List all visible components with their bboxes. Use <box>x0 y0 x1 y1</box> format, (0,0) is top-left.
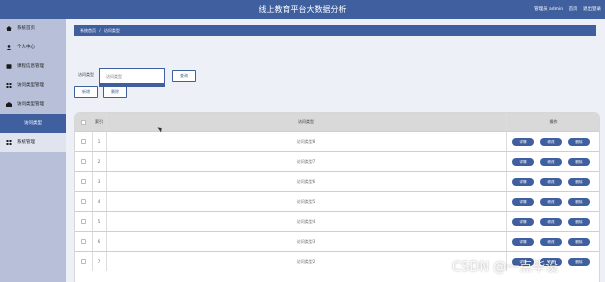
app-title: 线上教育平台大数据分析 <box>258 5 347 14</box>
select-all-checkbox[interactable] <box>81 120 86 125</box>
logout-link[interactable]: 退出登录 <box>583 7 601 12</box>
row-type: 访问类型8 <box>296 139 316 144</box>
row-delete-button[interactable]: 删除 <box>568 138 590 146</box>
breadcrumb: 系统首页 / 访问类型 <box>74 25 596 36</box>
table-header: 索引 访问类型 操作 <box>75 113 599 131</box>
table-row: 1 访问类型8 详情 修改 删除 <box>75 131 599 151</box>
home-link[interactable]: 首页 <box>569 7 578 12</box>
row-checkbox[interactable] <box>81 139 86 144</box>
row-checkbox[interactable] <box>81 219 86 224</box>
row-type: 访问类型4 <box>296 219 316 224</box>
detail-button[interactable]: 详情 <box>512 138 534 146</box>
user-label: 管理员 admin <box>534 7 564 12</box>
row-checkbox[interactable] <box>81 239 86 244</box>
row-index: 1 <box>97 139 101 144</box>
delete-button[interactable]: 删除 <box>103 86 127 98</box>
table-row: 3 访问类型6 详情 修改 删除 <box>75 171 599 191</box>
sidebar-item-label: 访问类型管理 <box>17 102 44 107</box>
table-row: 4 访问类型5 详情 修改 删除 <box>75 191 599 211</box>
detail-button[interactable]: 详情 <box>512 198 534 206</box>
row-checkbox[interactable] <box>81 179 86 184</box>
search-input[interactable] <box>99 68 165 87</box>
detail-button[interactable]: 详情 <box>512 238 534 246</box>
row-index: 6 <box>97 239 101 244</box>
detail-button[interactable]: 详情 <box>512 218 534 226</box>
edit-button[interactable]: 修改 <box>540 178 562 186</box>
row-delete-button[interactable]: 删除 <box>568 238 590 246</box>
sidebar-item-label: 个人中心 <box>17 45 35 50</box>
sidebar-item-label: 系统首页 <box>17 26 35 31</box>
sidebar-item-label: 访问类型管理 <box>17 83 44 88</box>
add-button[interactable]: 新增 <box>74 86 98 98</box>
table-row: 2 访问类型7 详情 修改 删除 <box>75 151 599 171</box>
row-index: 4 <box>97 199 101 204</box>
search-button[interactable]: 查询 <box>172 70 196 82</box>
sidebar-item-label: 访问类型 <box>24 121 42 126</box>
sidebar-item-access-type-manage[interactable]: 访问类型管理 <box>0 95 66 114</box>
row-delete-button[interactable]: 删除 <box>568 158 590 166</box>
row-index: 3 <box>97 179 101 184</box>
edit-button[interactable]: 修改 <box>540 198 562 206</box>
sidebar-item-course[interactable]: 课程信息管理 <box>0 57 66 76</box>
grid-icon <box>6 102 12 107</box>
row-delete-button[interactable]: 删除 <box>568 258 590 266</box>
row-index: 7 <box>97 259 101 264</box>
row-type: 访问类型7 <box>296 159 316 164</box>
sidebar-item-access-manage[interactable]: 访问类型管理 <box>0 76 66 95</box>
detail-button[interactable]: 详情 <box>512 158 534 166</box>
home-icon <box>6 26 12 31</box>
row-type: 访问类型2 <box>296 259 316 264</box>
grid-icon <box>6 140 12 145</box>
main-content: 系统首页 / 访问类型 访问类型 查询 新增 删除 索引 访问类型 操作 1 访问… <box>66 19 605 282</box>
row-delete-button[interactable]: 删除 <box>568 178 590 186</box>
header-index: 索引 <box>95 119 103 124</box>
sidebar-item-system[interactable]: 系统管理 <box>0 133 66 152</box>
edit-button[interactable]: 修改 <box>540 218 562 226</box>
header-ops: 操作 <box>549 119 558 124</box>
sidebar-item-label: 课程信息管理 <box>17 64 44 69</box>
row-type: 访问类型6 <box>296 179 316 184</box>
breadcrumb-home[interactable]: 系统首页 <box>80 28 96 33</box>
breadcrumb-separator: / <box>99 28 101 33</box>
user-icon <box>6 45 12 50</box>
row-delete-button[interactable]: 删除 <box>568 198 590 206</box>
book-icon <box>6 64 12 69</box>
edit-button[interactable]: 修改 <box>540 158 562 166</box>
sidebar-item-access-type[interactable]: 访问类型 <box>0 114 66 133</box>
row-index: 2 <box>97 159 101 164</box>
search-label: 访问类型 <box>78 72 94 77</box>
grid-icon <box>6 83 12 88</box>
row-type: 访问类型5 <box>296 199 316 204</box>
sidebar-item-home[interactable]: 系统首页 <box>0 19 66 38</box>
row-checkbox[interactable] <box>81 199 86 204</box>
table-row: 6 访问类型3 详情 修改 删除 <box>75 231 599 251</box>
header-user-area: 管理员 admin 首页 退出登录 <box>530 0 601 19</box>
table-row: 5 访问类型4 详情 修改 删除 <box>75 211 599 231</box>
header-type: 访问类型 <box>298 119 314 124</box>
top-header: 线上教育平台大数据分析 管理员 admin 首页 退出登录 <box>0 0 605 19</box>
edit-button[interactable]: 修改 <box>540 238 562 246</box>
detail-button[interactable]: 详情 <box>512 178 534 186</box>
sidebar: 系统首页 个人中心 课程信息管理 访问类型管理 访问类型管理 访问类型 系统管理 <box>0 19 66 282</box>
row-index: 5 <box>97 219 101 224</box>
watermark: CSDN @一点毕设 <box>452 260 559 275</box>
row-checkbox[interactable] <box>81 259 86 264</box>
breadcrumb-current: 访问类型 <box>103 28 120 33</box>
row-checkbox[interactable] <box>81 159 86 164</box>
row-delete-button[interactable]: 删除 <box>568 218 590 226</box>
sidebar-item-label: 系统管理 <box>17 140 35 145</box>
row-type: 访问类型3 <box>296 239 316 244</box>
edit-button[interactable]: 修改 <box>540 138 562 146</box>
sidebar-item-profile[interactable]: 个人中心 <box>0 38 66 57</box>
